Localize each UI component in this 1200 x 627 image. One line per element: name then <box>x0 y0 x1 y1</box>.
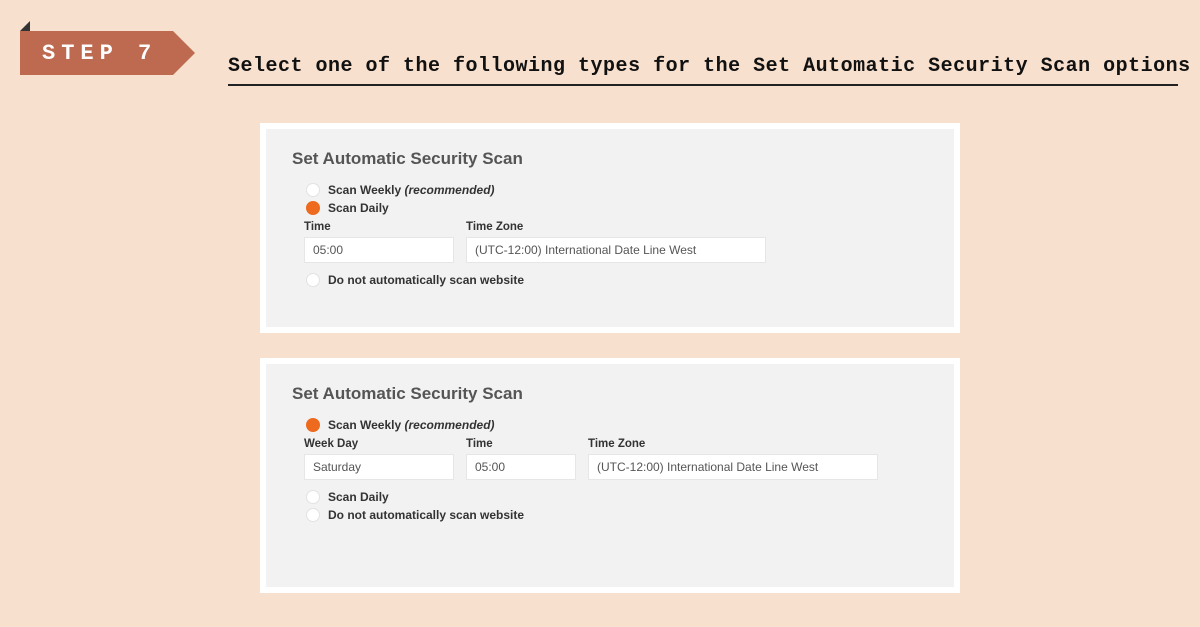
option-do-not-scan[interactable]: Do not automatically scan website <box>306 273 928 287</box>
step-badge: STEP 7 <box>20 31 173 75</box>
step-badge-text: STEP 7 <box>42 41 157 66</box>
field-label-time: Time <box>304 221 454 233</box>
time-field: Time 05:00 <box>304 221 454 263</box>
timezone-input[interactable]: (UTC-12:00) International Date Line West <box>588 454 878 480</box>
option-scan-daily[interactable]: Scan Daily <box>306 490 928 504</box>
field-label-timezone: Time Zone <box>588 438 878 450</box>
weekday-field: Week Day Saturday <box>304 438 454 480</box>
timezone-field: Time Zone (UTC-12:00) International Date… <box>588 438 878 480</box>
option-note: (recommended) <box>405 418 495 432</box>
option-scan-weekly[interactable]: Scan Weekly (recommended) <box>306 183 928 197</box>
screenshot-panel-daily: Set Automatic Security Scan Scan Weekly … <box>260 123 960 333</box>
screenshot-panel-weekly: Set Automatic Security Scan Scan Weekly … <box>260 358 960 593</box>
weekday-input-value: Saturday <box>313 460 361 474</box>
security-scan-panel: Set Automatic Security Scan Scan Weekly … <box>266 364 954 587</box>
field-label-timezone: Time Zone <box>466 221 766 233</box>
time-field: Time 05:00 <box>466 438 576 480</box>
option-scan-weekly[interactable]: Scan Weekly (recommended) <box>306 418 928 432</box>
option-label: Do not automatically scan website <box>328 273 524 287</box>
time-input-value: 05:00 <box>475 460 505 474</box>
option-label: Scan Daily <box>328 490 389 504</box>
radio-checked-icon <box>306 201 320 215</box>
instruction-text: Select one of the following types for th… <box>228 55 1191 78</box>
panel-title: Set Automatic Security Scan <box>292 149 928 169</box>
timezone-input[interactable]: (UTC-12:00) International Date Line West <box>466 237 766 263</box>
timezone-field: Time Zone (UTC-12:00) International Date… <box>466 221 766 263</box>
option-label: Do not automatically scan website <box>328 508 524 522</box>
instruction-row: Select one of the following types for th… <box>228 55 1178 86</box>
daily-fields: Time 05:00 Time Zone (UTC-12:00) Interna… <box>304 221 928 263</box>
radio-unchecked-icon <box>306 490 320 504</box>
security-scan-panel: Set Automatic Security Scan Scan Weekly … <box>266 129 954 327</box>
field-label-time: Time <box>466 438 576 450</box>
radio-unchecked-icon <box>306 508 320 522</box>
option-note: (recommended) <box>405 183 495 197</box>
panel-title: Set Automatic Security Scan <box>292 384 928 404</box>
option-label: Scan Weekly <box>328 418 401 432</box>
option-scan-daily[interactable]: Scan Daily <box>306 201 928 215</box>
timezone-input-value: (UTC-12:00) International Date Line West <box>597 460 818 474</box>
weekly-fields: Week Day Saturday Time 05:00 Time Zone (… <box>304 438 928 480</box>
option-label: Scan Weekly <box>328 183 401 197</box>
time-input[interactable]: 05:00 <box>304 237 454 263</box>
radio-unchecked-icon <box>306 183 320 197</box>
decorative-triangle <box>20 21 30 31</box>
field-label-weekday: Week Day <box>304 438 454 450</box>
option-do-not-scan[interactable]: Do not automatically scan website <box>306 508 928 522</box>
weekday-input[interactable]: Saturday <box>304 454 454 480</box>
radio-unchecked-icon <box>306 273 320 287</box>
radio-checked-icon <box>306 418 320 432</box>
option-label: Scan Daily <box>328 201 389 215</box>
time-input[interactable]: 05:00 <box>466 454 576 480</box>
timezone-input-value: (UTC-12:00) International Date Line West <box>475 243 696 257</box>
time-input-value: 05:00 <box>313 243 343 257</box>
